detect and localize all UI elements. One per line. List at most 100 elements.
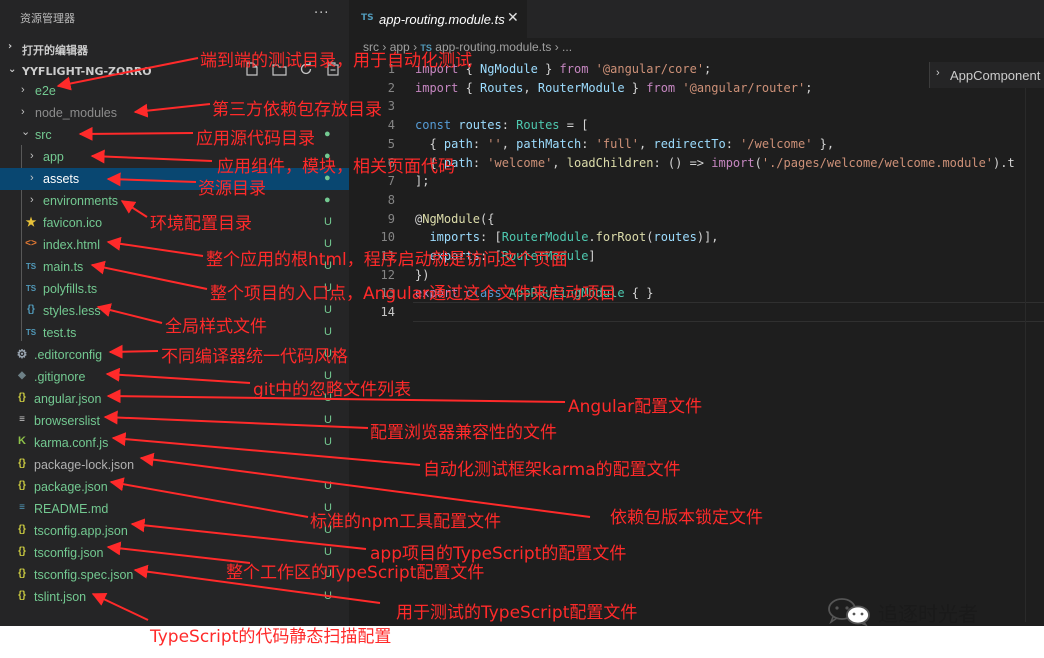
code-token: routes [458,118,502,133]
tab-label: app-routing.module.ts [379,12,505,27]
code-token: forRoot [595,230,647,245]
code-line[interactable]: import { Routes, RouterModule } from '@a… [415,81,812,95]
code-token: routes [653,230,697,245]
code-token: : () => [653,155,712,170]
code-token: : [472,155,488,170]
typescript-icon: TS [25,328,37,337]
status-badge: U [324,436,332,448]
code-token: } [624,80,647,95]
more-actions-icon[interactable]: ··· [314,6,329,21]
code-token: RouterModule [537,80,625,95]
annotation-angular-json: Angular配置文件 [568,397,703,417]
annotation-main-ts: 整个项目的入口点，Angular通过这个文件来启动项目 [210,284,617,304]
tree-item-label: polyfills.ts [43,282,98,296]
close-icon[interactable]: ✕ [507,10,519,26]
annotation-tsconfig-spec: 用于测试的TypeScript配置文件 [396,603,638,623]
code-token: } [537,62,560,76]
code-token: { [415,136,444,151]
sticky-scroll-header[interactable]: › AppComponent [929,62,1044,88]
chevron-down-icon: ⌄ [8,64,17,75]
code-token: loadChildren [566,155,654,170]
typescript-icon: TS [25,284,37,293]
code-token: : [581,136,596,151]
braces-icon: {} [18,392,26,403]
code-token: NgModule [422,211,481,226]
code-token: = [ [559,118,589,133]
tree-item-label: main.ts [43,260,84,274]
tree-item-label: styles.less [43,304,101,318]
wechat-logo-icon [828,598,870,626]
code-token: ; [704,62,712,76]
chevron-right-icon: › [30,172,34,184]
code-token: '@angular/core' [595,62,705,76]
code-line[interactable]: { path: 'welcome', loadChildren: () => i… [415,155,1015,170]
tree-item-label: browserslist [34,414,100,428]
code-token: { [458,80,481,95]
annotation-tslint: TypeScript的代码静态扫描配置 [150,627,392,647]
tree-item-package-lock[interactable]: {} package-lock.json [0,454,349,476]
status-badge: U [324,414,332,426]
status-badge: U [324,480,332,492]
annotation-index-html: 整个应用的根html，程序启动就是访问这个页面 [206,250,568,270]
code-token: from [559,62,589,76]
code-token: NgModule [480,62,538,76]
breadcrumb-more[interactable]: ... [562,40,572,54]
annotation-styles: 全局样式文件 [165,317,267,337]
annotation-tsconfig: 整个工作区的TypeScript配置文件 [226,563,485,583]
status-badge: U [324,590,332,602]
code-token: const [415,118,452,133]
line-number: 9 [387,211,395,226]
code-token: )], [696,230,719,245]
chevron-right-icon: › [30,194,34,206]
annotation-editorconfig: 不同编译器统一代码风格 [161,347,348,367]
code-token: : [725,136,741,151]
tree-item-package-json[interactable]: {} package.json U [0,476,349,498]
line-number: 2 [387,80,395,95]
braces-icon: {} [18,568,26,579]
code-line[interactable]: @NgModule({ [415,212,494,226]
code-token: ; [805,80,813,95]
annotation-environments: 环境配置目录 [150,214,252,234]
code-token: , [639,136,654,151]
annotation-browserslist: 配置浏览器兼容性的文件 [370,423,557,443]
tree-item-label: README.md [34,502,109,516]
tree-item-label: package.json [34,480,108,494]
tree-item-readme[interactable]: ≡ README.md U [0,498,349,520]
annotation-src: 应用源代码目录 [196,129,315,149]
minimap-edge [1025,62,1026,622]
code-line[interactable]: imports: [RouterModule.forRoot(routes)], [415,230,719,245]
chevron-down-icon: ⌄ [21,126,31,138]
braces-icon: {} [27,304,35,315]
code-token: redirectTo [653,136,726,151]
line-number: 5 [387,136,395,151]
braces-icon: {} [18,458,26,469]
tree-item-tsconfig-app[interactable]: {} tsconfig.app.json U [0,520,349,542]
code-token: ).t [993,155,1015,170]
status-badge: U [324,216,332,228]
braces-icon: {} [18,590,26,601]
typescript-icon: TS [25,262,37,271]
code-token: ({ [480,211,495,226]
tab-app-routing-module[interactable]: TS app-routing.module.ts ✕ [349,0,527,38]
tree-item-label: environments [43,194,119,208]
code-token: path [443,136,473,151]
open-editors-label: 打开的编辑器 [22,44,88,57]
code-line[interactable]: const routes: Routes = [ [415,118,588,132]
code-token: './pages/welcome/welcome.module' [761,155,994,170]
chevron-right-icon: › [21,106,25,118]
code-line[interactable]: { path: '', pathMatch: 'full', redirectT… [415,137,834,151]
code-token: pathMatch [516,136,582,151]
tree-item-karma-conf[interactable]: K karma.conf.js U [0,432,349,454]
tree-item-tslint[interactable]: {} tslint.json U [0,586,349,608]
status-badge: U [324,326,332,338]
explorer-title: 资源管理器 [20,12,75,25]
code-token: Routes [480,80,524,95]
gear-icon: ⚙ [16,347,28,361]
tree-item-label: tsconfig.spec.json [34,568,134,582]
tree-item-browserslist[interactable]: ≡ browserslist U [0,410,349,432]
status-badge: U [324,304,332,316]
status-badge: ● [324,194,331,206]
code-token: RouterModule [501,230,589,245]
